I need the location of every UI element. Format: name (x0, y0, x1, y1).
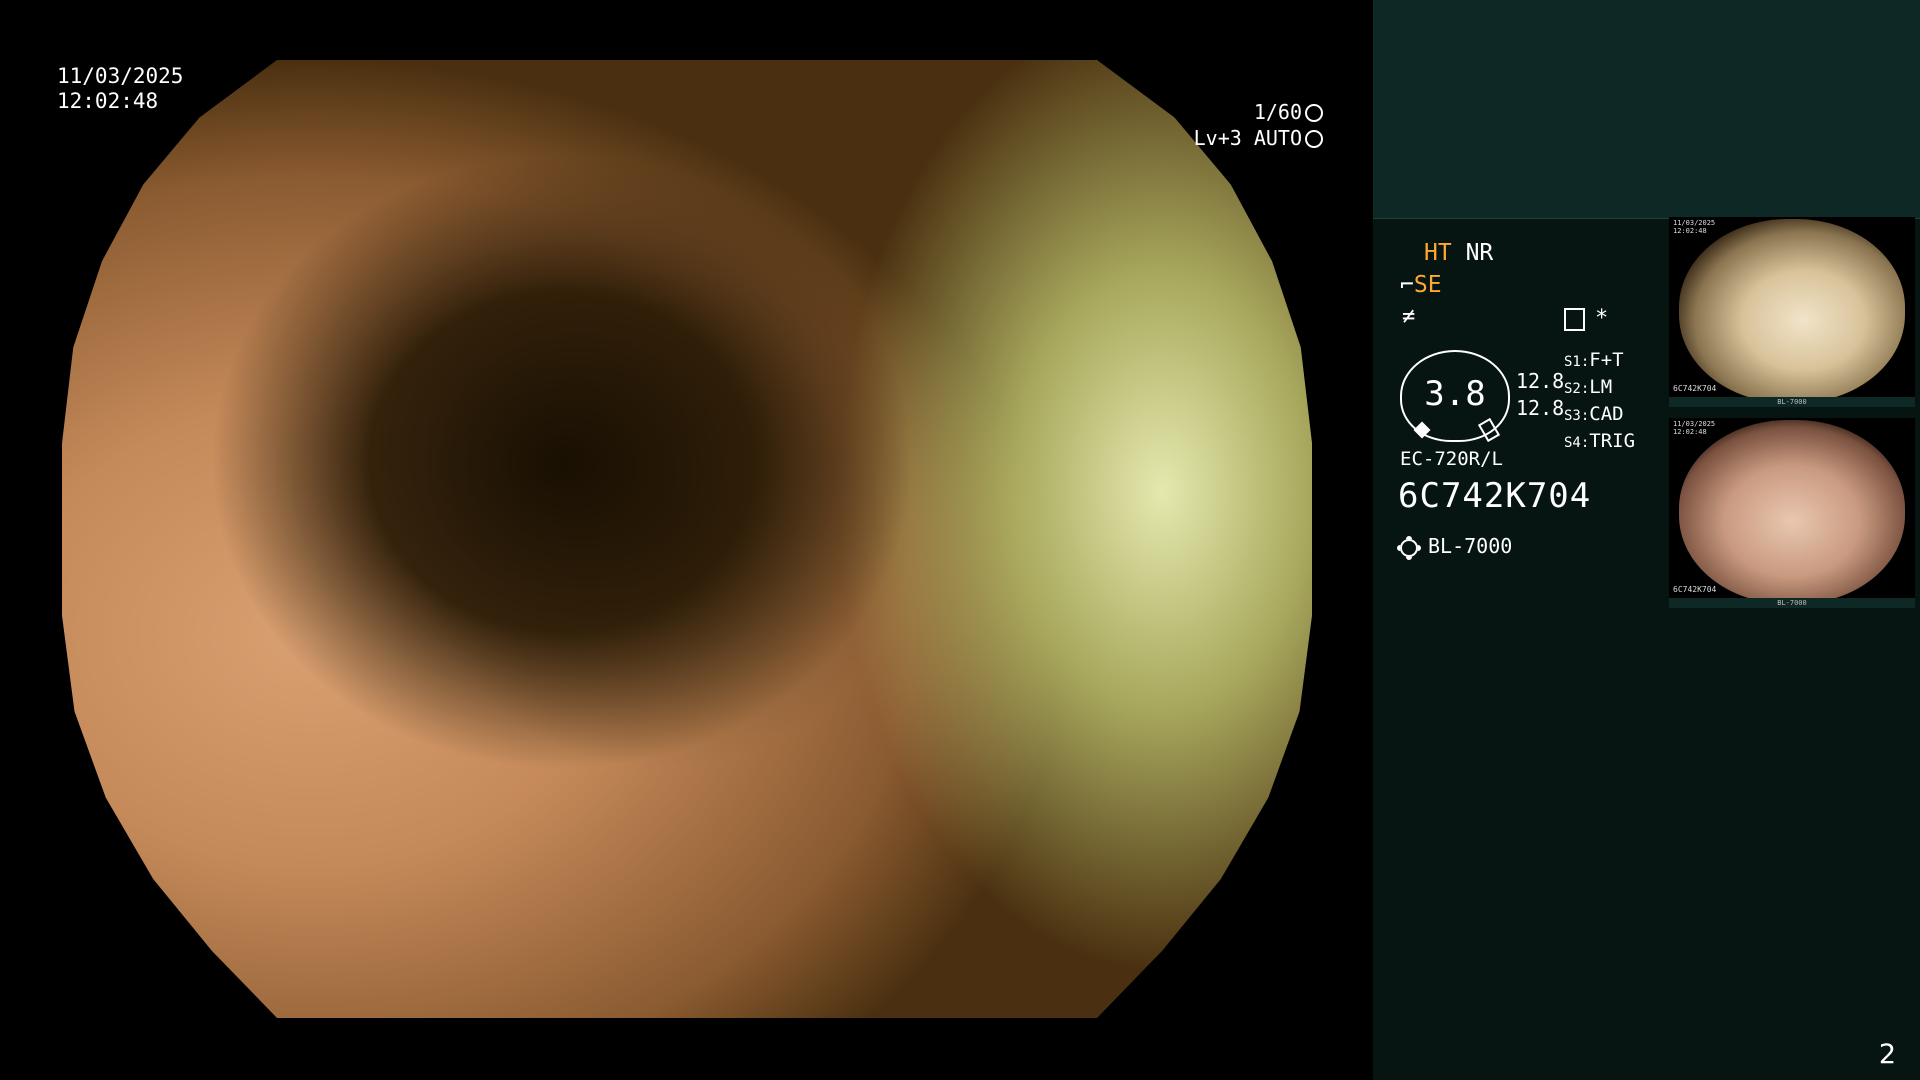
thumbnail-id: 6C742K704 (1673, 585, 1717, 594)
enhancement-row: HT NR (1424, 240, 1493, 266)
time-text: 12:02:48 (57, 89, 159, 113)
date-text: 11/03/2025 (57, 64, 184, 88)
light-source: BL-7000 (1400, 534, 1512, 558)
memory-icon (1564, 307, 1585, 331)
thumbnail-image (1679, 420, 1905, 604)
gauge-marker-left (1413, 421, 1431, 439)
structure-icon: ⌐ (1400, 272, 1414, 298)
se-row: ⌐SE (1400, 272, 1442, 298)
switch-row: S1:F+T (1564, 349, 1624, 371)
thumbnail-id: 6C742K704 (1673, 384, 1717, 393)
thumbnail-timestamp: 11/03/2025 12:02:48 (1673, 420, 1716, 436)
switch-row: S3:CAD (1564, 403, 1624, 425)
thumbnail-timestamp: 11/03/2025 12:02:48 (1673, 219, 1716, 235)
se-label: SE (1413, 272, 1442, 298)
level-text: Lv+3 (1193, 126, 1242, 150)
endoscopic-image (62, 60, 1312, 1018)
gauge-readout-b: 12.8 (1516, 396, 1565, 420)
zoom-gauge: 3.8 (1400, 350, 1510, 443)
switch-row: S4:TRIG (1564, 430, 1636, 452)
page-number: 2 (1878, 1039, 1896, 1070)
mode-text: AUTO (1253, 126, 1302, 150)
capture-thumbnail[interactable]: 11/03/2025 12:02:48 6C742K704 BL-7000 (1669, 217, 1915, 407)
shutter-text: 1/60 (1253, 100, 1302, 124)
asterisk-icon: * (1595, 306, 1609, 331)
scope-serial: 6C742K704 (1398, 476, 1592, 516)
light-icon (1400, 538, 1418, 557)
nr-label: NR (1465, 240, 1494, 266)
switch-row: S2:LM (1564, 376, 1613, 398)
gauge-value: 3.8 (1424, 374, 1486, 414)
gauge-marker-right (1477, 417, 1501, 443)
device-info: HT NR ⌐SE ≠ * 3.8 12.8 12.8 S1:F+T S2:LM… (1398, 240, 1678, 560)
scope-model: EC-720R/L (1400, 448, 1503, 470)
aperture-icon (1305, 103, 1323, 122)
iris-icon (1305, 129, 1323, 148)
capture-thumbnail[interactable]: 11/03/2025 12:02:48 6C742K704 BL-7000 (1669, 418, 1915, 608)
switch-assignments: S1:F+T S2:LM S3:CAD S4:TRIG (1564, 348, 1635, 456)
gauge-readouts: 12.8 12.8 (1516, 368, 1564, 422)
thumbnail-footer: BL-7000 (1669, 397, 1915, 407)
thumbnail-footer: BL-7000 (1669, 598, 1915, 608)
exposure-info: 1/60 Lv+3 AUTO (1194, 99, 1323, 151)
status-icons: * (1564, 306, 1608, 331)
timestamp: 11/03/2025 12:02:48 (57, 64, 183, 114)
ht-label: HT (1424, 240, 1452, 266)
thumbnail-image (1679, 219, 1905, 403)
endoscope-viewport: 11/03/2025 12:02:48 1/60 Lv+3 AUTO (0, 0, 1373, 1080)
light-source-text: BL-7000 (1428, 534, 1513, 558)
gauge-readout-a: 12.8 (1516, 369, 1565, 393)
panel-header (1373, 0, 1920, 219)
not-equal-icon: ≠ (1402, 304, 1416, 329)
